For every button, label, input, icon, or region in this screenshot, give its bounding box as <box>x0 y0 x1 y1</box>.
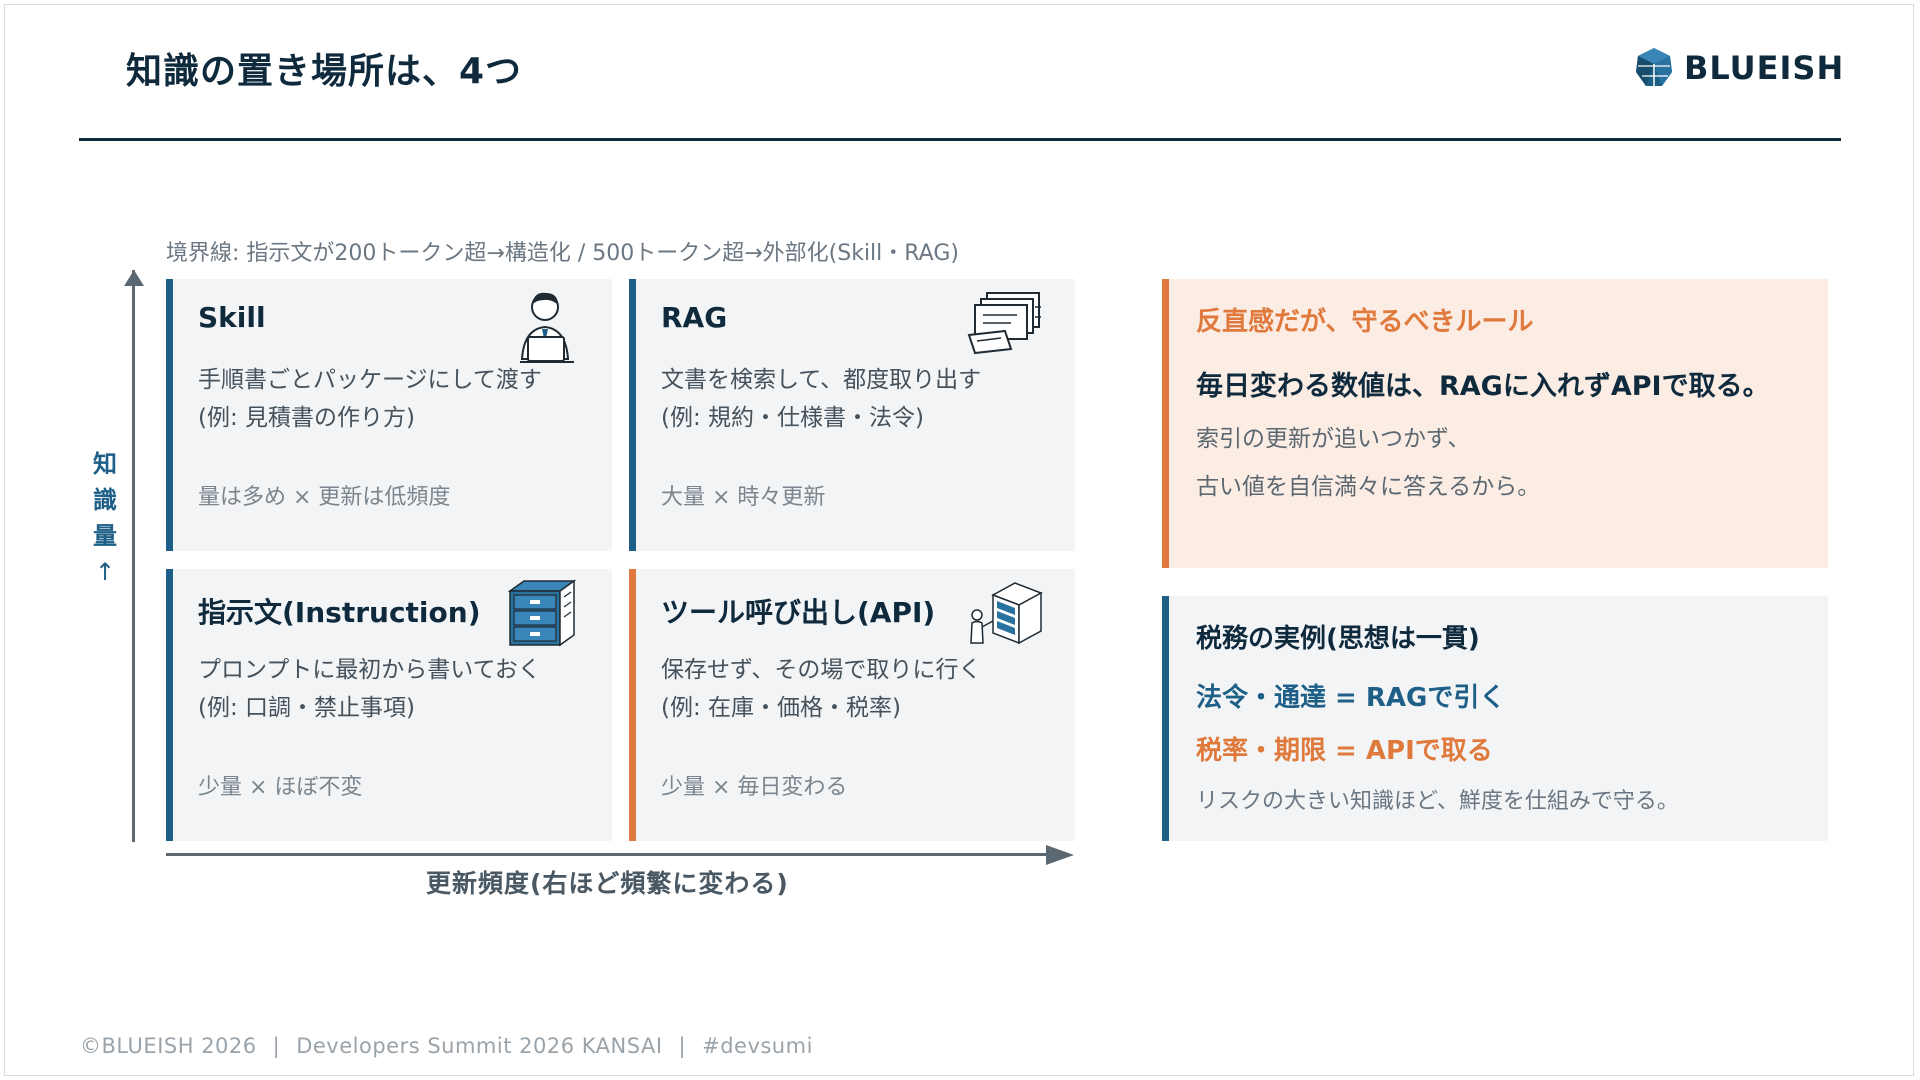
boundary-note: 境界線: 指示文が200トークン超→構造化 / 500トークン超→外部化(Ski… <box>166 241 959 266</box>
person-laptop-icon <box>520 292 574 363</box>
tax-example-heading: 税務の実例(思想は一貫) <box>1196 624 1480 654</box>
server-person-icon <box>970 582 1043 645</box>
rule-reason-line: 古い値を自信満々に答えるから。 <box>1196 474 1541 500</box>
tax-example-note: リスクの大きい知識ほど、鮮度を仕組みで守る。 <box>1196 789 1679 814</box>
quadrant-description: 保存せず、その場で取りに行く (例: 在庫・価格・税率) <box>661 651 1075 727</box>
footer-separator: | <box>272 1034 281 1058</box>
quadrant-meta: 少量 × ほぼ不変 <box>198 775 363 800</box>
quadrant-api: ツール呼び出し(API) 保存せず、その場で取りに行く (例: 在庫・価格・税率… <box>629 569 1075 841</box>
quadrant-desc-example: (例: 規約・仕様書・法令) <box>661 405 925 431</box>
x-axis-label: 更新頻度(右ほど頻繁に変わる) <box>426 869 789 898</box>
slide-title: 知識の置き場所は、4つ <box>126 51 523 92</box>
file-cabinet-icon <box>507 579 577 647</box>
quadrant-description: プロンプトに最初から書いておく (例: 口調・禁止事項) <box>198 651 612 727</box>
tax-example-api-line: 税率・期限 = APIで取る <box>1196 736 1493 766</box>
title-divider <box>79 138 1841 141</box>
footer-hashtag: #devsumi <box>702 1034 813 1058</box>
rule-heading: 反直感だが、守るべきルール <box>1196 307 1534 337</box>
brand-logo: BLUEISH <box>1632 46 1844 90</box>
quadrant-instruction: 指示文(Instruction) プロンプトに最初から書いておく (例: 口調・… <box>166 569 612 841</box>
quadrant-rag: RAG 文書を検索して、都度取り出す (例: 規約・仕様書・法令) 大量 × 時… <box>629 279 1075 551</box>
footer-event: Developers Summit 2026 KANSAI <box>296 1034 663 1058</box>
slide-footer: ©BLUEISH 2026 | Developers Summit 2026 KAN… <box>80 1034 813 1058</box>
x-axis-arrowhead <box>1046 845 1074 865</box>
quadrant-desc-example: (例: 見積書の作り方) <box>198 405 416 431</box>
blueish-logo-icon <box>1636 48 1672 86</box>
quadrant-meta: 少量 × 毎日変わる <box>661 775 848 800</box>
y-axis-char: ↑ <box>94 558 116 586</box>
quadrant-desc-line: 保存せず、その場で取りに行く <box>661 657 982 683</box>
rule-reason-line: 索引の更新が追いつかず、 <box>1196 426 1471 452</box>
quadrant-desc-line: プロンプトに最初から書いておく <box>198 657 541 683</box>
quadrant-skill: Skill 手順書ごとパッケージにして渡す (例: 見積書の作り方) 量は多め … <box>166 279 612 551</box>
quadrant-desc-line: 文書を検索して、都度取り出す <box>661 367 982 393</box>
tax-example-callout: 税務の実例(思想は一貫) 法令・通達 = RAGで引く 税率・期限 = APIで… <box>1162 596 1828 841</box>
quadrant-description: 文書を検索して、都度取り出す (例: 規約・仕様書・法令) <box>661 361 1075 437</box>
rule-callout: 反直感だが、守るべきルール 毎日変わる数値は、RAGに入れずAPIで取る。 索引… <box>1162 279 1828 568</box>
document-stack-icon <box>967 292 1041 355</box>
quadrant-meta: 量は多め × 更新は低頻度 <box>198 485 451 510</box>
tax-example-rag-line: 法令・通達 = RAGで引く <box>1196 683 1506 713</box>
footer-copyright: ©BLUEISH 2026 <box>80 1034 257 1058</box>
rule-statement: 毎日変わる数値は、RAGに入れずAPIで取る。 <box>1196 371 1770 402</box>
quadrant-meta: 大量 × 時々更新 <box>661 485 826 510</box>
y-axis-arrowhead <box>124 270 144 286</box>
rule-reason: 索引の更新が追いつかず、 古い値を自信満々に答えるから。 <box>1196 415 1828 511</box>
y-axis-label: 知 識 量 ↑ <box>90 446 120 590</box>
y-axis-char: 量 <box>93 522 117 550</box>
y-axis-char: 識 <box>93 486 117 514</box>
y-axis-line <box>132 270 135 842</box>
y-axis-char: 知 <box>93 450 117 478</box>
quadrant-description: 手順書ごとパッケージにして渡す (例: 見積書の作り方) <box>198 361 612 437</box>
quadrant-desc-example: (例: 口調・禁止事項) <box>198 695 416 721</box>
x-axis-line <box>166 853 1046 856</box>
logo-wordmark: BLUEISH <box>1684 49 1845 87</box>
quadrant-desc-example: (例: 在庫・価格・税率) <box>661 695 902 721</box>
footer-separator: | <box>678 1034 687 1058</box>
